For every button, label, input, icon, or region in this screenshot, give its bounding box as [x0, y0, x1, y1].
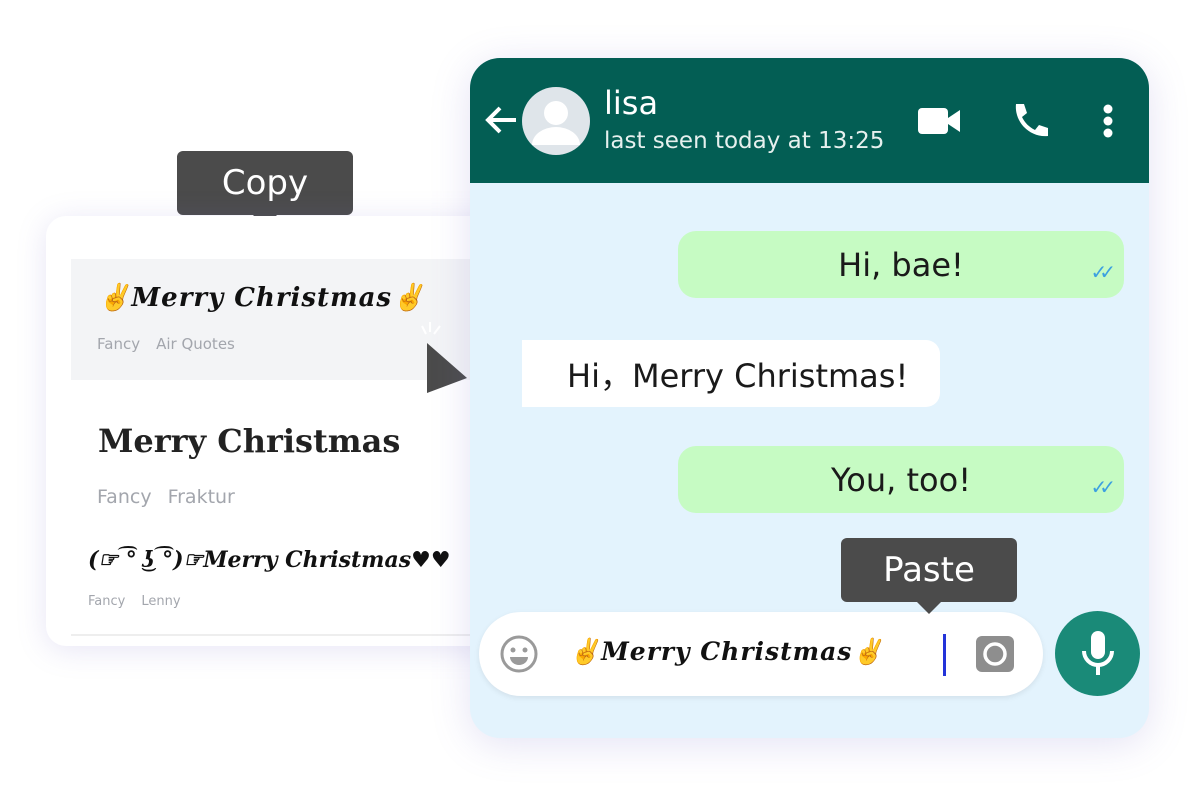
emoji-icon[interactable]: [499, 634, 539, 674]
message-outgoing: You, too! ✓✓: [678, 446, 1124, 513]
read-receipt-icon: ✓✓: [1090, 475, 1115, 499]
copy-tooltip-label: Copy: [221, 163, 309, 203]
contact-name: lisa: [604, 84, 659, 122]
font-style-list: ✌Merry Christmas✌ Fancy Air Quotes Merry …: [46, 216, 522, 646]
font-option-lenny[interactable]: (☞ ͡° ͜ʖ ͡°)☞Merry Christmas♥♥ Fancy Lenn…: [88, 541, 506, 631]
message-incoming: Hi，Merry Christmas!: [522, 340, 940, 407]
font-tag: Air Quotes: [156, 335, 235, 353]
read-receipt-icon: ✓✓: [1090, 260, 1115, 284]
chat-window: lisa last seen today at 13:25 Hi, bae! ✓✓…: [470, 58, 1149, 738]
mouse-cursor-icon: [421, 322, 467, 393]
last-seen-status: last seen today at 13:25: [604, 128, 885, 154]
font-preview: Merry Christmas: [98, 422, 401, 460]
paste-tooltip: Paste: [841, 538, 1017, 614]
font-tag: Fraktur: [167, 486, 235, 508]
voice-call-icon[interactable]: [1010, 102, 1048, 140]
divider: [71, 634, 489, 636]
message-input[interactable]: ✌Merry Christmas✌: [479, 612, 1043, 696]
font-preview: ✌Merry Christmas✌: [98, 283, 426, 313]
font-option-fraktur[interactable]: Merry Christmas Fancy Fraktur: [71, 406, 489, 526]
font-tag: Fancy: [97, 335, 141, 353]
paste-tooltip-label: Paste: [883, 550, 975, 590]
input-text: ✌Merry Christmas✌: [569, 637, 885, 666]
avatar[interactable]: [522, 87, 590, 155]
video-call-icon[interactable]: [918, 108, 960, 134]
microphone-icon: [1082, 631, 1114, 675]
chat-header: lisa last seen today at 13:25: [470, 58, 1149, 183]
camera-icon[interactable]: [976, 636, 1014, 672]
font-tag: Lenny: [141, 594, 181, 609]
copy-tooltip: Copy: [177, 151, 353, 227]
message-outgoing: Hi, bae! ✓✓: [678, 231, 1124, 298]
font-preview: (☞ ͡° ͜ʖ ͡°)☞Merry Christmas♥♥: [88, 547, 451, 573]
font-tag: Fancy: [97, 486, 152, 508]
message-text: Hi，Merry Christmas!: [567, 356, 909, 395]
more-options-icon[interactable]: [1102, 104, 1114, 138]
font-tag: Fancy: [88, 594, 126, 609]
message-text: Hi, bae!: [838, 245, 964, 284]
message-text: You, too!: [830, 460, 972, 499]
mic-button[interactable]: [1055, 611, 1140, 696]
text-caret: [943, 634, 946, 676]
back-arrow-icon[interactable]: [484, 105, 518, 135]
